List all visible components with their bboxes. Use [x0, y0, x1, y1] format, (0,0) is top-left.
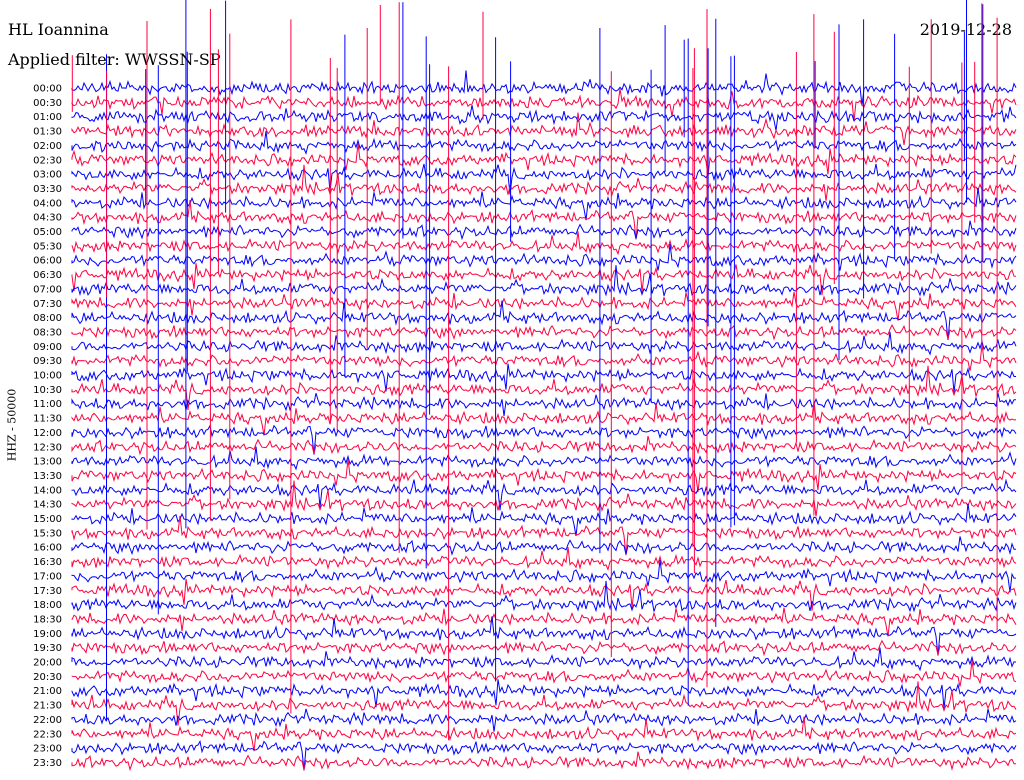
- row-time-label: 16:00: [33, 543, 62, 554]
- trace-row: [71, 708, 1017, 732]
- trace-row: [71, 578, 1017, 611]
- row-time-label: 07:00: [33, 284, 62, 295]
- trace-row: [71, 446, 1017, 471]
- row-time-label: 03:00: [33, 170, 62, 181]
- row-time-label: 17:00: [33, 571, 62, 582]
- row-time-label: 23:30: [33, 758, 62, 769]
- trace-row: [71, 435, 1017, 456]
- row-time-label: 12:00: [33, 428, 62, 439]
- row-time-label: 06:00: [33, 256, 62, 267]
- row-time-label: 21:30: [33, 701, 62, 712]
- trace-row: [71, 478, 1017, 511]
- row-time-label: 21:00: [33, 686, 62, 697]
- row-time-label: 20:00: [33, 658, 62, 669]
- row-time-label: 14:00: [33, 485, 62, 496]
- tick-label-group: 00:00 00:30 01:00 01:30 02:00 02:30 03:00 03:30…: [33, 84, 62, 769]
- row-time-label: 08:00: [33, 313, 62, 324]
- row-time-label: 00:30: [33, 98, 62, 109]
- row-time-label: 15:00: [33, 514, 62, 525]
- trace-row: [71, 300, 1017, 340]
- row-time-label: 14:30: [33, 500, 62, 511]
- trace-row: [71, 616, 1017, 656]
- row-time-label: 01:00: [33, 112, 62, 123]
- row-time-label: 17:30: [33, 586, 62, 597]
- row-time-label: 18:30: [33, 614, 62, 625]
- trace-row: [71, 751, 1016, 772]
- row-time-label: 03:30: [33, 184, 62, 195]
- trace-row: [71, 459, 1017, 493]
- row-time-label: 19:30: [33, 643, 62, 654]
- row-time-label: 20:30: [33, 672, 62, 683]
- row-time-label: 01:30: [33, 127, 62, 138]
- row-time-label: 05:30: [33, 241, 62, 252]
- trace-row: [71, 639, 1017, 657]
- trace-row: [71, 480, 1017, 517]
- trace-row: [71, 70, 1017, 106]
- row-time-label: 07:30: [33, 299, 62, 310]
- trace-row: [71, 291, 1017, 321]
- helicorder-plot: 00:00 00:30 01:00 01:30 02:00 02:30 03:00 03:30…: [33, 0, 1017, 772]
- row-time-label: 00:00: [33, 84, 62, 95]
- row-time-label: 02:30: [33, 155, 62, 166]
- row-time-label: 06:30: [33, 270, 62, 281]
- row-time-label: 10:00: [33, 371, 62, 382]
- row-time-label: 13:00: [33, 457, 62, 468]
- row-time-label: 22:00: [33, 715, 62, 726]
- row-time-label: 13:30: [33, 471, 62, 482]
- row-time-label: 15:30: [33, 528, 62, 539]
- trace-row: [71, 536, 1016, 556]
- row-time-label: 12:30: [33, 442, 62, 453]
- trace-row: [71, 331, 1017, 356]
- row-time-label: 23:00: [33, 744, 62, 755]
- trace-row: [71, 105, 1017, 131]
- trace-row: [71, 580, 1017, 613]
- row-time-label: 11:30: [33, 414, 62, 425]
- trace-row: [71, 647, 1017, 672]
- trace-row: [71, 231, 1017, 256]
- trace-row: [71, 324, 1017, 341]
- trace-row: [71, 739, 1017, 771]
- row-time-label: 02:00: [33, 141, 62, 152]
- trace-row: [71, 679, 1017, 709]
- trace-row: [71, 393, 1016, 417]
- row-time-label: 05:00: [33, 227, 62, 238]
- trace-row: [71, 130, 1017, 155]
- row-time-label: 08:30: [33, 327, 62, 338]
- row-time-label: 04:30: [33, 213, 62, 224]
- row-time-label: 16:30: [33, 557, 62, 568]
- row-time-label: 09:30: [33, 356, 62, 367]
- row-time-label: 11:00: [33, 399, 62, 410]
- row-time-label: 09:00: [33, 342, 62, 353]
- trace-row: [71, 220, 1017, 241]
- trace-row: [71, 187, 1017, 221]
- row-time-label: 22:30: [33, 729, 62, 740]
- row-time-label: 04:00: [33, 198, 62, 209]
- row-time-label: 18:00: [33, 600, 62, 611]
- trace-row: [71, 265, 1017, 297]
- row-time-label: 10:30: [33, 385, 62, 396]
- trace-group: [71, 0, 1017, 772]
- row-time-label: 19:00: [33, 629, 62, 640]
